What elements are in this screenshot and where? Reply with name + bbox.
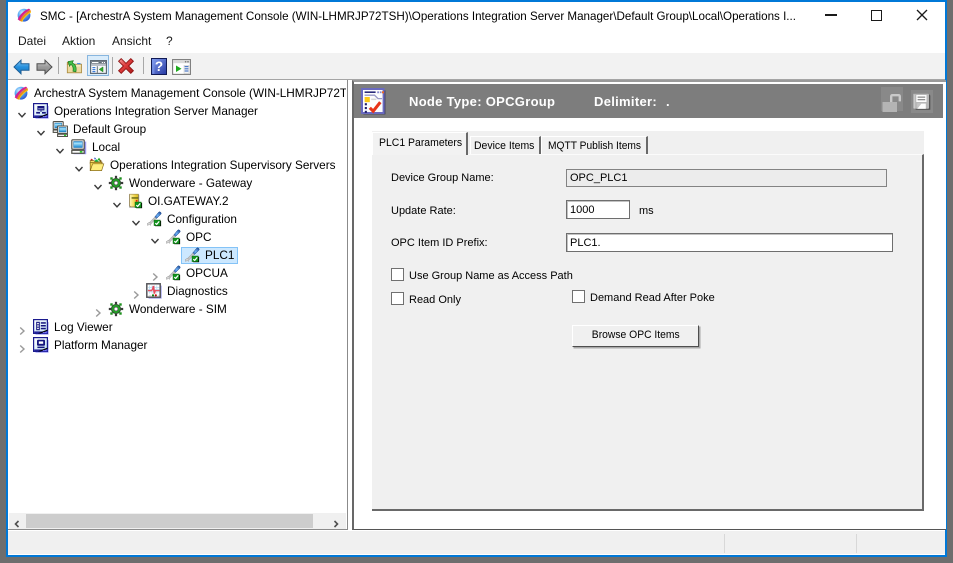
svg-text:?: ? [155,59,163,74]
